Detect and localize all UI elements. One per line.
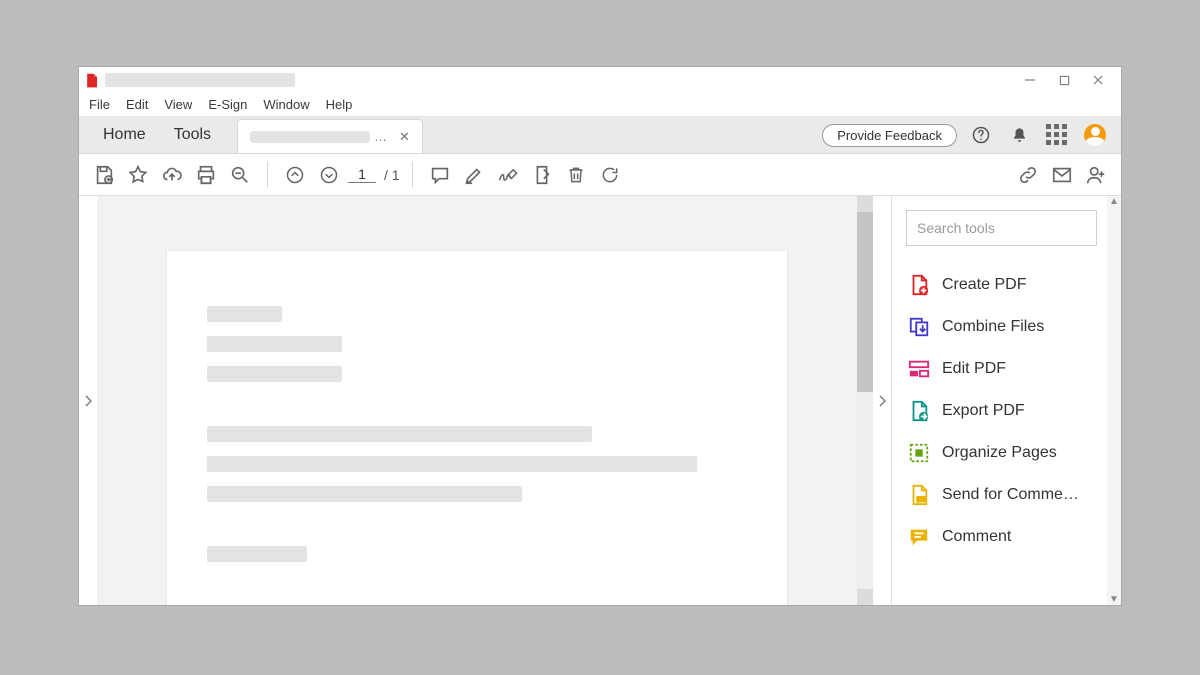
page-down-icon[interactable] — [314, 160, 344, 190]
tool-label: Export PDF — [942, 402, 1025, 420]
tool-send-for-comments[interactable]: Send for Comme… — [906, 474, 1097, 516]
comment-tool-icon — [908, 526, 930, 548]
search-tools-input[interactable] — [906, 210, 1097, 246]
document-tab-title — [250, 131, 370, 143]
zoom-icon[interactable] — [225, 160, 255, 190]
window-close-button[interactable] — [1081, 69, 1115, 91]
menu-edit[interactable]: Edit — [118, 93, 156, 117]
tool-combine-files[interactable]: Combine Files — [906, 306, 1097, 348]
print-icon[interactable] — [191, 160, 221, 190]
account-avatar[interactable] — [1081, 121, 1109, 149]
page-number-input[interactable] — [348, 166, 376, 183]
tool-label: Edit PDF — [942, 360, 1006, 378]
menu-window[interactable]: Window — [255, 93, 317, 117]
delete-icon[interactable] — [561, 160, 591, 190]
apps-grid-icon[interactable] — [1043, 121, 1071, 149]
document-scrollbar[interactable] — [857, 196, 873, 605]
document-page — [167, 251, 787, 605]
tool-label: Comment — [942, 528, 1011, 546]
document-tab-ellipsis: … — [374, 129, 387, 144]
export-pdf-icon — [908, 400, 930, 422]
share-link-icon[interactable] — [1013, 160, 1043, 190]
menu-help[interactable]: Help — [318, 93, 361, 117]
tool-label: Combine Files — [942, 318, 1044, 336]
rotate-icon[interactable] — [595, 160, 625, 190]
save-icon[interactable] — [89, 160, 119, 190]
page-up-icon[interactable] — [280, 160, 310, 190]
page-total-label: / 1 — [384, 167, 400, 183]
toolbar: / 1 — [79, 154, 1121, 196]
tool-label: Create PDF — [942, 276, 1026, 294]
provide-feedback-button[interactable]: Provide Feedback — [822, 124, 957, 147]
tabs-bar: Home Tools … ✕ Provide Feedback — [79, 117, 1121, 154]
cloud-upload-icon[interactable] — [157, 160, 187, 190]
tools-panel: Create PDF Combine Files Edit PDF — [891, 196, 1121, 605]
sign-icon[interactable] — [493, 160, 523, 190]
document-tab[interactable]: … ✕ — [237, 119, 423, 153]
menu-bar: File Edit View E-Sign Window Help — [79, 93, 1121, 117]
tool-create-pdf[interactable]: Create PDF — [906, 264, 1097, 306]
tab-home[interactable]: Home — [89, 117, 160, 153]
edit-pdf-icon — [908, 358, 930, 380]
edit-page-icon[interactable] — [527, 160, 557, 190]
window-minimize-button[interactable] — [1013, 69, 1047, 91]
tool-label: Organize Pages — [942, 444, 1057, 462]
send-for-comments-icon — [908, 484, 930, 506]
title-bar — [79, 67, 1121, 93]
tools-list: Create PDF Combine Files Edit PDF — [906, 264, 1097, 558]
window-title — [105, 73, 295, 87]
tool-comment[interactable]: Comment — [906, 516, 1097, 558]
organize-pages-icon — [908, 442, 930, 464]
star-icon[interactable] — [123, 160, 153, 190]
notifications-icon[interactable] — [1005, 121, 1033, 149]
highlight-icon[interactable] — [459, 160, 489, 190]
content-area: Create PDF Combine Files Edit PDF — [79, 196, 1121, 605]
right-panel-toggle[interactable] — [873, 196, 891, 605]
document-tab-close-button[interactable]: ✕ — [395, 127, 414, 147]
tab-tools[interactable]: Tools — [160, 117, 225, 153]
tool-edit-pdf[interactable]: Edit PDF — [906, 348, 1097, 390]
help-icon[interactable] — [967, 121, 995, 149]
menu-esign[interactable]: E-Sign — [200, 93, 255, 117]
tool-export-pdf[interactable]: Export PDF — [906, 390, 1097, 432]
document-scroll[interactable] — [97, 196, 857, 605]
tools-panel-scrollbar[interactable]: ▲ ▼ — [1107, 196, 1121, 605]
app-pdf-icon — [83, 72, 99, 88]
tool-label: Send for Comme… — [942, 486, 1079, 504]
menu-file[interactable]: File — [81, 93, 118, 117]
document-viewport — [97, 196, 873, 605]
combine-files-icon — [908, 316, 930, 338]
email-icon[interactable] — [1047, 160, 1077, 190]
document-scrollbar-thumb[interactable] — [857, 212, 873, 392]
window-maximize-button[interactable] — [1047, 69, 1081, 91]
menu-view[interactable]: View — [156, 93, 200, 117]
comment-icon[interactable] — [425, 160, 455, 190]
left-panel-toggle[interactable] — [79, 196, 97, 605]
tool-organize-pages[interactable]: Organize Pages — [906, 432, 1097, 474]
app-window: File Edit View E-Sign Window Help Home T… — [78, 66, 1122, 606]
share-people-icon[interactable] — [1081, 160, 1111, 190]
create-pdf-icon — [908, 274, 930, 296]
